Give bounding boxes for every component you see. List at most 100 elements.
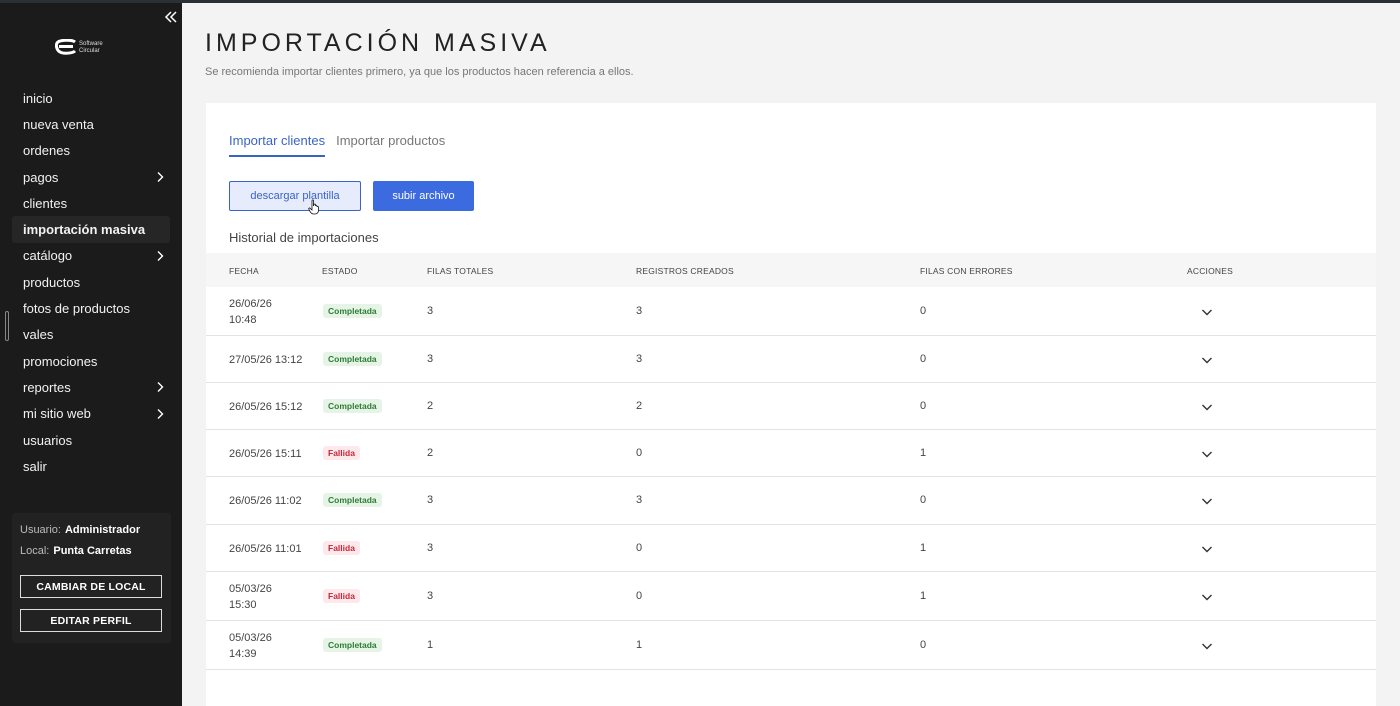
change-local-button[interactable]: CAMBIAR DE LOCAL [20,575,162,598]
download-template-button[interactable]: descargar plantilla [229,181,361,211]
edit-profile-button[interactable]: EDITAR PERFIL [20,609,162,632]
fecha-line-1: 27/05/26 13:12 [229,353,303,366]
tab-importar-productos[interactable]: Importar productos [336,133,445,157]
fecha-line-1: 26/05/26 15:11 [229,447,302,460]
cell-registros-creados: 0 [636,446,643,459]
sidebar-item-ordenes[interactable]: ordenes [0,138,170,164]
fecha-line-2: 14:39 [229,647,257,660]
chevron-down-icon[interactable] [1201,448,1213,460]
cell-fecha: 26/06/26 10:48 [229,296,272,328]
table-row: 26/05/26 11:02 Completada 3 3 0 [206,477,1376,525]
cell-filas-totales: 1 [427,638,434,651]
local-label: Local: [20,545,50,557]
cell-fecha: 26/05/26 15:11 [229,446,302,462]
cell-fecha: 27/05/26 13:12 [229,352,302,368]
cell-filas-totales: 3 [427,494,434,506]
cell-fecha: 26/05/26 15:12 [229,399,302,415]
tab-importar-clientes[interactable]: Importar clientes [229,133,326,157]
sidebar-item-label: pagos [23,169,59,185]
cell-registros-creados: 2 [636,399,643,412]
page-subtitle: Se recomienda importar clientes primero,… [205,66,634,78]
fecha-line-1: 26/05/26 11:02 [229,495,302,507]
cell-filas-con-errores: 0 [920,638,927,651]
sidebar-item-label: productos [23,274,81,290]
fecha-line-2: 10:48 [229,313,257,326]
table-body: 26/06/26 10:48 Completada 3 3 0 27/05/26 13:12… [206,287,1376,670]
chevron-down-icon[interactable] [1201,495,1213,507]
collapse-sidebar-icon[interactable] [163,9,179,27]
sidebar-item-reportes[interactable]: reportes [0,374,170,400]
cell-filas-con-errores: 0 [920,494,927,506]
cell-filas-totales: 3 [427,541,434,554]
status-badge: Completada [323,351,382,366]
user-label: Usuario: [20,524,61,536]
table-row: 27/05/26 13:12 Completada 3 3 0 [206,336,1376,383]
cell-filas-con-errores: 0 [920,399,927,412]
sidebar-item-label: clientes [23,195,68,211]
cell-filas-totales: 2 [427,446,434,459]
sidebar-item-inicio[interactable]: inicio [0,85,170,111]
chevron-down-icon[interactable] [1201,591,1213,603]
user-panel: Usuario: Administrador Local: Punta Carret… [12,513,171,643]
upload-file-button[interactable]: subir archivo [373,181,474,211]
chevron-down-icon[interactable] [1201,543,1213,555]
cell-registros-creados: 1 [636,638,643,651]
chevron-right-icon[interactable] [154,171,166,183]
cell-fecha: 26/05/26 11:01 [229,541,302,557]
table-row: 26/05/26 11:01 Fallida 3 0 1 [206,525,1376,572]
chevron-right-icon[interactable] [154,250,166,262]
sidebar-nav: inicio nueva venta ordenes pagos clientes imp… [0,85,182,479]
sidebar-item-label: inicio [23,90,53,106]
sidebar-item-pagos[interactable]: pagos [0,164,170,190]
sidebar-item-label: importación masiva [23,222,146,238]
fecha-line-1: 26/06/26 [229,297,272,310]
sidebar-item-mi-sitio-web[interactable]: mi sitio web [0,401,170,427]
user-value: Administrador [64,524,141,536]
sidebar-item-label: reportes [23,379,71,395]
cell-fecha: 05/03/26 15:30 [229,581,272,613]
col-filas-totales: FILAS TOTALES [427,266,494,276]
sidebar-item-promociones[interactable]: promociones [0,348,170,374]
col-acciones: ACCIONES [1187,266,1233,276]
table-row: 26/05/26 15:11 Fallida 2 0 1 [206,430,1376,477]
local-row: Local: Punta Carretas [20,545,132,557]
sidebar-item-label: salir [23,458,47,474]
chevron-down-icon[interactable] [1201,306,1213,318]
fecha-line-1: 26/05/26 11:01 [229,542,302,555]
sidebar-item-clientes[interactable]: clientes [0,190,170,216]
table-header: FECHA ESTADO FILAS TOTALES REGISTROS CRE… [206,253,1376,287]
col-estado: ESTADO [322,266,358,276]
chevron-down-icon[interactable] [1201,640,1213,652]
sidebar-item-vales[interactable]: vales [0,322,170,348]
sidebar-item-fotos-de-productos[interactable]: fotos de productos [0,295,170,321]
cell-registros-creados: 3 [636,352,643,365]
logo: Software Circular [55,39,115,59]
table-row: 05/03/26 15:30 Fallida 3 0 1 [206,572,1376,621]
cell-registros-creados: 0 [636,541,643,554]
sidebar-item-nueva-venta[interactable]: nueva venta [0,111,170,137]
sidebar-item-salir[interactable]: salir [0,453,170,479]
sidebar-item-catálogo[interactable]: catálogo [0,243,170,269]
chevron-down-icon[interactable] [1201,354,1213,366]
fecha-line-1: 05/03/26 [229,631,272,644]
user-row: Usuario: Administrador [20,524,140,536]
cell-registros-creados: 3 [636,304,643,317]
sidebar-item-importación-masiva[interactable]: importación masiva [12,216,170,243]
sidebar-scroll-handle[interactable] [5,311,9,341]
cell-filas-totales: 3 [427,589,434,602]
chevron-down-icon[interactable] [1201,401,1213,413]
cell-filas-totales: 2 [427,399,434,412]
status-badge: Completada [323,398,382,413]
sidebar: Software Circular inicio nueva venta orden… [0,3,182,706]
col-fecha: FECHA [229,266,259,276]
cell-filas-con-errores: 0 [920,352,927,365]
sidebar-item-productos[interactable]: productos [0,269,170,295]
chevron-right-icon[interactable] [154,381,166,393]
chevron-right-icon[interactable] [154,408,166,420]
sidebar-item-label: promociones [23,353,98,369]
logo-mark-icon [55,39,77,55]
fecha-line-1: 26/05/26 15:12 [229,400,303,413]
cell-registros-creados: 3 [636,494,643,506]
import-card: Importar clientes Importar productos des… [206,103,1376,706]
sidebar-item-usuarios[interactable]: usuarios [0,427,170,453]
